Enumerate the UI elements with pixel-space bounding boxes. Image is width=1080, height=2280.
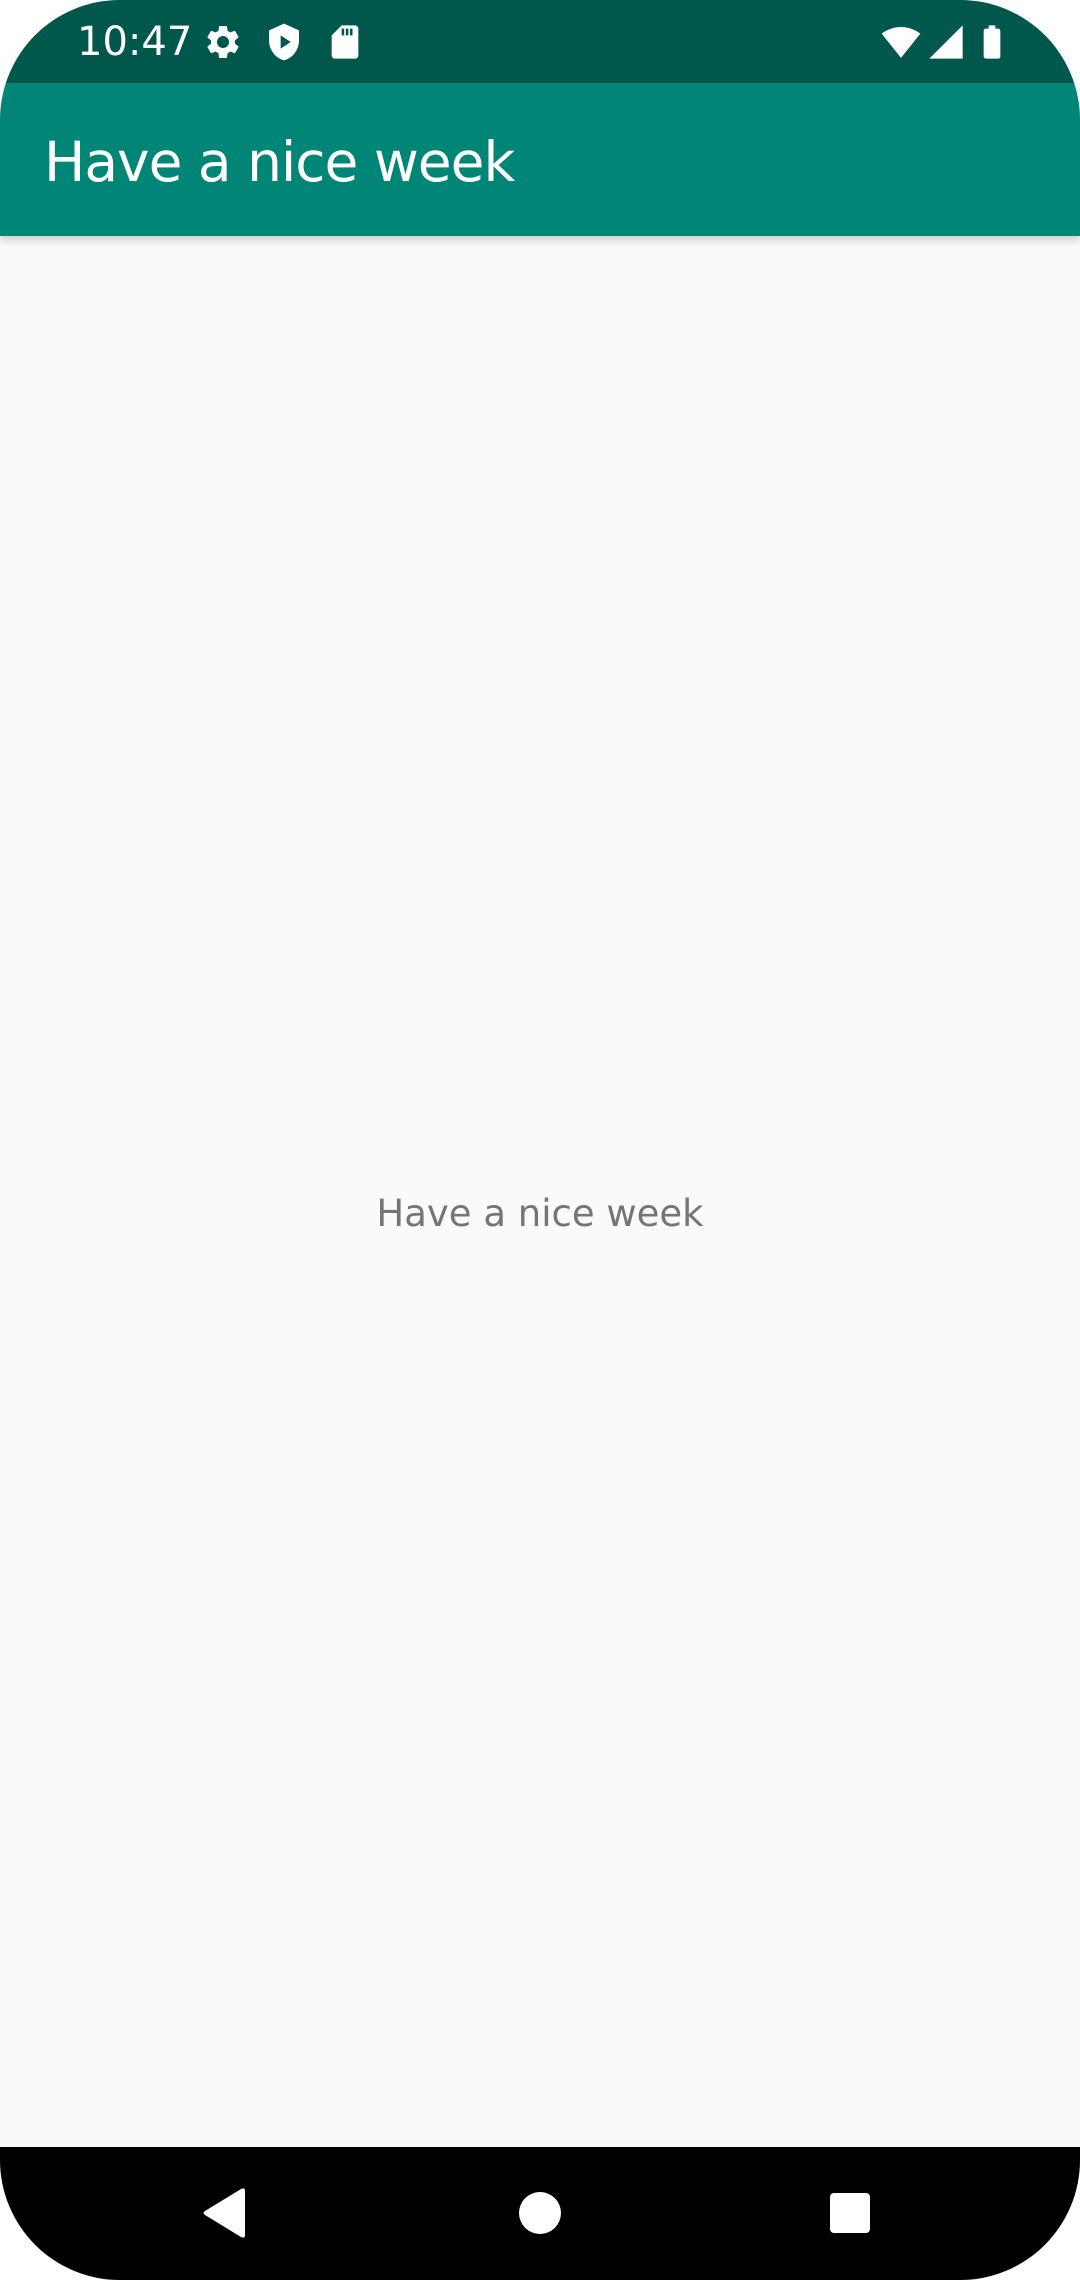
navigation-bar — [0, 2147, 1080, 2280]
recents-button[interactable] — [820, 2183, 880, 2243]
back-icon — [203, 2188, 245, 2238]
phone-screen: 10:47 Have a nice week Have a nice week — [0, 0, 1080, 2280]
status-bar: 10:47 — [0, 0, 1080, 83]
recents-icon — [830, 2193, 870, 2233]
gear-icon — [203, 22, 243, 62]
shield-play-icon — [264, 22, 304, 62]
sd-card-icon — [325, 22, 365, 62]
app-bar: Have a nice week — [0, 83, 1080, 236]
home-button[interactable] — [510, 2183, 570, 2243]
message-text: Have a nice week — [376, 1192, 704, 1235]
app-title: Have a nice week — [44, 130, 515, 194]
battery-icon — [972, 22, 1012, 62]
back-button[interactable] — [195, 2183, 255, 2243]
status-time: 10:47 — [77, 19, 193, 65]
main-content: Have a nice week — [0, 236, 1080, 2147]
wifi-icon — [881, 22, 921, 62]
home-icon — [519, 2192, 561, 2234]
signal-icon — [926, 22, 966, 62]
